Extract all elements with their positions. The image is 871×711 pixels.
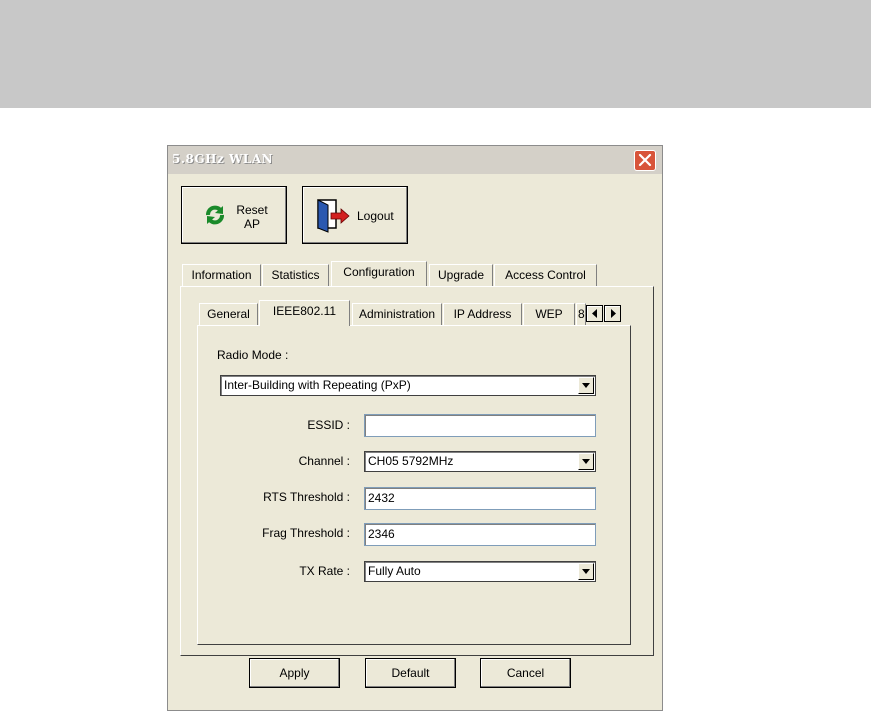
- reset-ap-button[interactable]: Reset AP: [181, 186, 287, 244]
- subtab-administration[interactable]: Administration: [352, 303, 442, 325]
- radio-mode-dropdown-button[interactable]: [578, 377, 594, 394]
- close-button[interactable]: [634, 150, 656, 171]
- tab-scroll-left-button[interactable]: [586, 305, 603, 322]
- refresh-icon: [206, 205, 224, 225]
- rts-threshold-input[interactable]: 2432: [364, 487, 596, 510]
- tab-information[interactable]: Information: [182, 264, 261, 286]
- radio-mode-select[interactable]: Inter-Building with Repeating (PxP): [220, 375, 596, 396]
- channel-value: CH05 5792MHz: [368, 454, 454, 468]
- ieee80211-panel: [197, 325, 631, 645]
- frag-threshold-label: Frag Threshold :: [262, 526, 350, 540]
- tab-upgrade[interactable]: Upgrade: [429, 264, 493, 286]
- subtab-ip-address[interactable]: IP Address: [443, 303, 522, 325]
- scroll-right-icon: [611, 309, 616, 318]
- tx-rate-value: Fully Auto: [368, 564, 421, 578]
- reset-label-line1: Reset: [236, 203, 268, 217]
- wlan-config-window: 5.8GHz WLAN Reset AP Logout Information …: [167, 145, 663, 711]
- chevron-down-icon: [582, 569, 590, 574]
- tab-statistics[interactable]: Statistics: [262, 264, 329, 286]
- tab-access-control[interactable]: Access Control: [494, 264, 597, 286]
- channel-label: Channel :: [298, 454, 350, 468]
- chevron-down-icon: [582, 383, 590, 388]
- cancel-button[interactable]: Cancel: [480, 658, 571, 688]
- scroll-left-icon: [592, 309, 597, 318]
- subtab-ieee80211[interactable]: IEEE802.11: [259, 300, 350, 326]
- title-bar: 5.8GHz WLAN: [168, 146, 662, 174]
- radio-mode-label: Radio Mode :: [217, 348, 289, 362]
- tx-rate-select[interactable]: Fully Auto: [364, 561, 596, 582]
- window-title: 5.8GHz WLAN: [172, 152, 274, 166]
- radio-mode-value: Inter-Building with Repeating (PxP): [224, 378, 411, 392]
- subtab-wep[interactable]: WEP: [523, 303, 575, 325]
- frag-threshold-input[interactable]: 2346: [364, 523, 596, 546]
- essid-input[interactable]: [364, 414, 596, 437]
- apply-button[interactable]: Apply: [249, 658, 340, 688]
- default-button[interactable]: Default: [365, 658, 456, 688]
- tab-scroll-right-button[interactable]: [604, 305, 621, 322]
- logout-button[interactable]: Logout: [302, 186, 408, 244]
- tx-rate-label: TX Rate :: [299, 564, 350, 578]
- essid-label: ESSID :: [307, 418, 350, 432]
- subtab-general[interactable]: General: [199, 303, 258, 325]
- reset-label-line2: AP: [243, 217, 260, 231]
- channel-select[interactable]: CH05 5792MHz: [364, 451, 596, 472]
- subtab-more[interactable]: 8: [576, 303, 586, 325]
- logout-label: Logout: [357, 209, 394, 223]
- top-banner: [0, 0, 871, 108]
- channel-dropdown-button[interactable]: [578, 453, 594, 470]
- close-icon: [638, 154, 652, 167]
- rts-threshold-label: RTS Threshold :: [263, 490, 350, 504]
- tab-configuration[interactable]: Configuration: [331, 261, 427, 286]
- tx-rate-dropdown-button[interactable]: [578, 563, 594, 580]
- chevron-down-icon: [582, 459, 590, 464]
- door-exit-icon: [317, 199, 350, 233]
